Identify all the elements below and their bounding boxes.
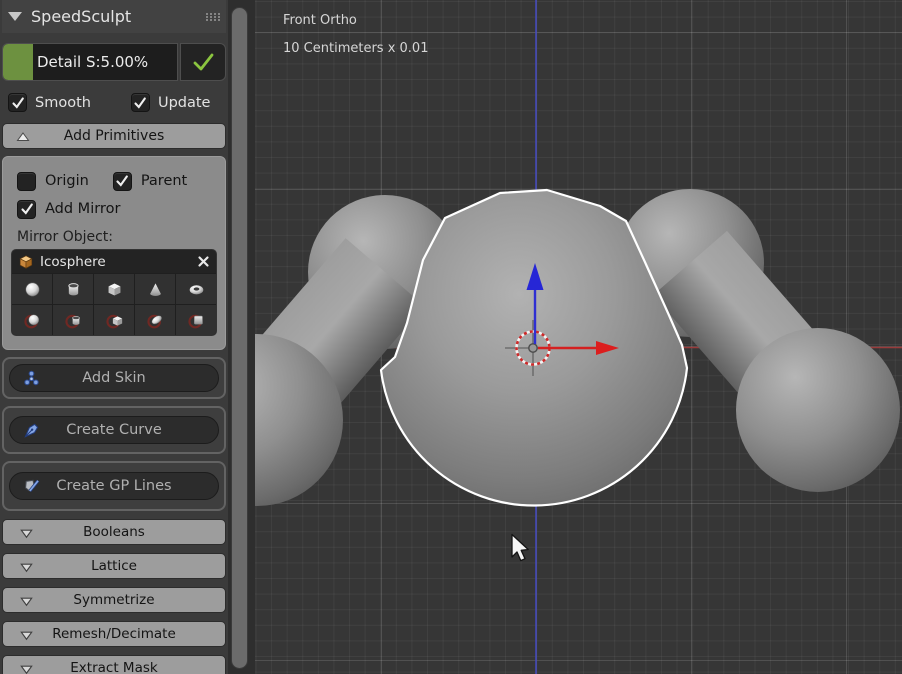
scene-canvas <box>255 0 902 674</box>
update-label: Update <box>158 95 211 111</box>
panel-scrollbar-thumb[interactable] <box>231 7 248 669</box>
section-list: Booleans Lattice Symmetrize Remesh/Decim… <box>2 519 226 674</box>
green-check-icon <box>190 50 216 74</box>
clear-object-button[interactable] <box>197 255 210 268</box>
panel-collapse-triangle-icon[interactable] <box>8 12 22 21</box>
create-curve-label: Create Curve <box>10 422 218 438</box>
add-primitives-header-button[interactable]: Add Primitives <box>2 123 226 149</box>
slider-fill <box>3 44 33 80</box>
primitive-cylinder-button[interactable] <box>53 274 93 304</box>
add-primitives-options-box: Origin Parent Add Mirror Mirror Object: <box>2 156 226 350</box>
smooth-update-row: Smooth Update <box>2 93 226 112</box>
add-skin-button[interactable]: Add Skin <box>9 364 219 392</box>
add-primitives-label: Add Primitives <box>64 128 165 144</box>
triangle-down-icon <box>19 560 34 575</box>
section-booleans[interactable]: Booleans <box>2 519 226 545</box>
mirror-object-label: Mirror Object: <box>17 229 217 245</box>
triangle-down-icon <box>19 526 34 541</box>
blender-window: SpeedSculpt Detail S:5.00% Smooth <box>0 0 902 674</box>
update-checkbox[interactable] <box>131 93 150 112</box>
speedsculpt-panel: SpeedSculpt Detail S:5.00% Smooth <box>0 0 228 674</box>
origin-checkbox[interactable] <box>17 172 36 191</box>
detail-slider-row: Detail S:5.00% <box>2 43 226 81</box>
section-symmetrize[interactable]: Symmetrize <box>2 587 226 613</box>
panel-scrollbar-track[interactable] <box>228 0 255 674</box>
apply-detail-button[interactable] <box>180 43 226 81</box>
triangle-down-icon <box>19 628 34 643</box>
section-label: Booleans <box>83 524 145 540</box>
viewport-3d[interactable]: Front Ortho 10 Centimeters x 0.01 <box>255 0 902 674</box>
object-name: Icosphere <box>40 254 106 270</box>
close-x-icon <box>197 255 210 268</box>
add-mirror-label: Add Mirror <box>45 201 120 217</box>
triangle-down-icon <box>19 594 34 609</box>
slider-value-text: Detail S:5.00% <box>37 53 148 71</box>
create-curve-box: Create Curve <box>2 406 226 454</box>
parent-checkbox[interactable] <box>113 172 132 191</box>
primitive-sphere-button[interactable] <box>12 274 52 304</box>
section-label: Symmetrize <box>73 592 154 608</box>
panel-title: SpeedSculpt <box>31 7 131 26</box>
smooth-checkbox[interactable] <box>8 93 27 112</box>
primitive-metaball-cube-button[interactable] <box>94 305 134 335</box>
primitive-torus-button[interactable] <box>176 274 216 304</box>
primitive-metaball-capsule-button[interactable] <box>53 305 93 335</box>
add-mirror-checkbox[interactable] <box>17 200 36 219</box>
add-skin-box: Add Skin <box>2 357 226 399</box>
origin-label: Origin <box>45 173 89 189</box>
panel-header[interactable]: SpeedSculpt <box>2 0 226 33</box>
primitive-cube-button[interactable] <box>94 274 134 304</box>
primitive-metaball-sphere-button[interactable] <box>12 305 52 335</box>
triangle-down-icon <box>19 662 34 674</box>
mirror-object-widget: Icosphere <box>11 249 217 336</box>
mesh-data-icon <box>18 254 34 270</box>
section-label: Extract Mask <box>70 660 157 674</box>
section-label: Remesh/Decimate <box>52 626 176 642</box>
parent-label: Parent <box>141 173 187 189</box>
smooth-label: Smooth <box>35 95 91 111</box>
mouse-cursor-icon <box>512 535 528 561</box>
create-gp-lines-label: Create GP Lines <box>10 478 218 494</box>
create-gp-lines-box: Create GP Lines <box>2 461 226 511</box>
primitive-metaball-ellipsoid-button[interactable] <box>135 305 175 335</box>
panel-drag-grip-icon[interactable] <box>206 13 220 21</box>
create-gp-lines-button[interactable]: Create GP Lines <box>9 472 219 500</box>
section-lattice[interactable]: Lattice <box>2 553 226 579</box>
create-curve-button[interactable]: Create Curve <box>9 416 219 444</box>
primitive-grid <box>12 273 216 335</box>
object-name-field[interactable]: Icosphere <box>12 250 216 273</box>
section-extract-mask[interactable]: Extract Mask <box>2 655 226 674</box>
add-skin-label: Add Skin <box>10 370 218 386</box>
section-remesh-decimate[interactable]: Remesh/Decimate <box>2 621 226 647</box>
primitive-cone-button[interactable] <box>135 274 175 304</box>
triangle-up-icon <box>15 129 31 145</box>
detail-size-slider[interactable]: Detail S:5.00% <box>2 43 178 81</box>
section-label: Lattice <box>91 558 137 574</box>
primitive-metaball-plane-button[interactable] <box>176 305 216 335</box>
